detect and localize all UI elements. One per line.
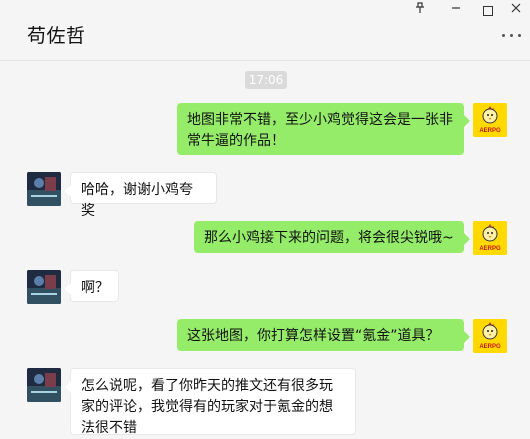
more-icon[interactable] (500, 31, 524, 39)
svg-text:AERPG: AERPG (479, 246, 501, 252)
close-icon[interactable] (507, 2, 525, 20)
user-avatar-left[interactable] (27, 368, 61, 402)
minimize-icon[interactable] (447, 2, 465, 20)
avatar-image (27, 270, 61, 304)
user-avatar-left[interactable] (27, 270, 61, 304)
message-bubble-received[interactable]: 哈哈，谢谢小鸡夸奖 (65, 172, 217, 219)
message-bubble-sent[interactable]: 这张地图，你打算怎样设置“氪金”道具？ (177, 319, 470, 351)
message-timestamp: 17:06 (245, 71, 287, 89)
chick-logo-icon: AERPG (473, 319, 507, 353)
svg-text:AERPG: AERPG (479, 344, 501, 350)
more-dot (502, 34, 505, 37)
more-dot (510, 34, 513, 37)
maximize-icon[interactable] (479, 2, 497, 20)
user-avatar-right[interactable]: AERPG (473, 103, 507, 137)
chat-title: 苟佐哲 (27, 25, 86, 47)
chick-logo-icon: AERPG (473, 221, 507, 255)
maximize-box (483, 6, 493, 16)
user-avatar-right[interactable]: AERPG (473, 221, 507, 255)
chat-header: 苟佐哲 (0, 0, 530, 61)
message-bubble-received[interactable]: 啊？ (65, 270, 119, 302)
user-avatar-left[interactable] (27, 172, 61, 206)
message-bubble-received[interactable]: 怎么说呢，看了你昨天的推文还有很多玩家的评论，我觉得有的玩家对于氪金的想法很不错 (65, 368, 356, 436)
user-avatar-right[interactable]: AERPG (473, 319, 507, 353)
svg-text:AERPG: AERPG (479, 128, 501, 134)
pin-icon[interactable] (410, 2, 430, 20)
avatar-image (27, 368, 61, 402)
more-dot (518, 34, 521, 37)
message-bubble-sent[interactable]: 那么小鸡接下来的问题，将会很尖锐哦~ (194, 221, 470, 253)
chick-logo-icon: AERPG (473, 103, 507, 137)
avatar-image (27, 172, 61, 206)
message-bubble-sent[interactable]: 地图非常不错，至少小鸡觉得这会是一张非常牛逼的作品！ (177, 103, 470, 155)
